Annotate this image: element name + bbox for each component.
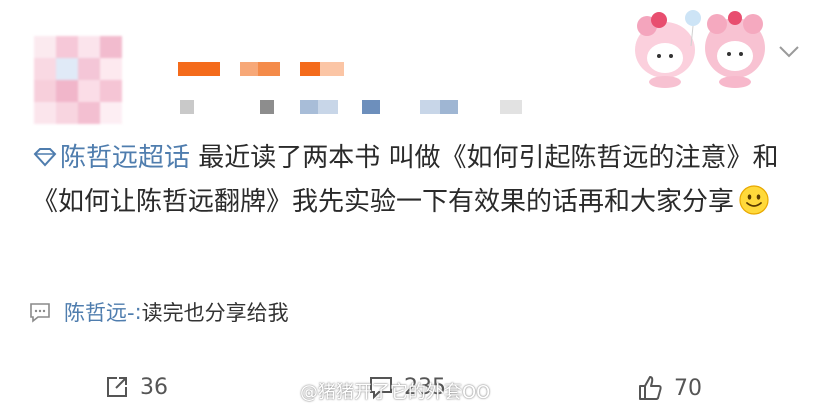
post-content: 陈哲远超话 最近读了两本书 叫做《如何引起陈哲远的注意》和《如何让陈哲远翻牌》我…	[32, 136, 812, 224]
comment-text: 读完也分享给我	[141, 301, 289, 325]
topic-diamond-icon	[33, 148, 57, 167]
comment-separator: :	[134, 300, 142, 324]
topic-label[interactable]: 陈哲远超话	[60, 143, 190, 173]
smile-emoji-icon	[739, 185, 769, 215]
hot-comment[interactable]: 陈哲远-: 读完也分享给我	[28, 294, 798, 330]
topic-link[interactable]: 陈哲远超话	[32, 143, 190, 173]
comment-username[interactable]: 陈哲远-	[64, 297, 135, 327]
chevron-down-icon[interactable]	[776, 38, 802, 64]
avatar[interactable]	[34, 36, 122, 124]
like-icon	[639, 376, 662, 400]
like-button[interactable]: 70	[636, 374, 702, 402]
repost-count: 36	[140, 374, 168, 400]
watermark: @猪猪开了它的外套OO	[300, 382, 491, 403]
repost-icon	[107, 377, 127, 397]
card-decoration-image	[635, 10, 765, 88]
repost-button[interactable]: 36	[104, 374, 168, 400]
comment-bubble-icon	[30, 303, 50, 323]
like-count: 70	[674, 375, 702, 401]
